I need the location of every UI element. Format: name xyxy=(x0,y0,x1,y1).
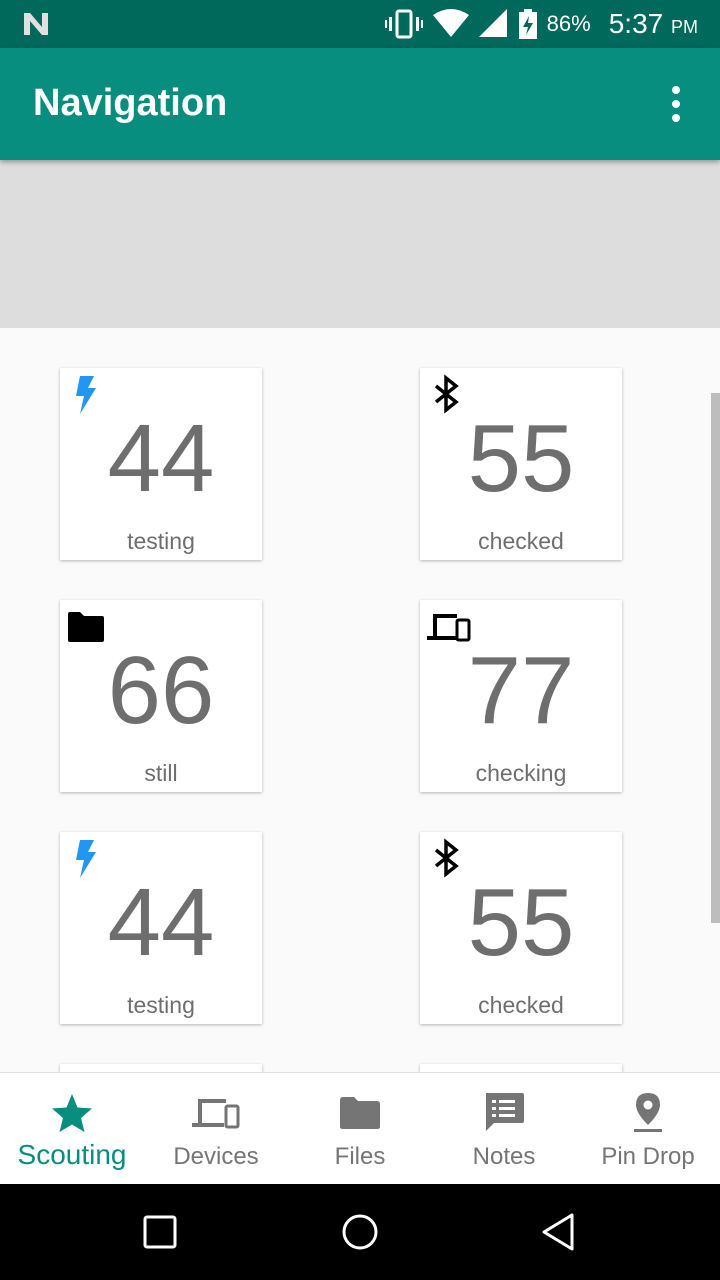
notes-icon xyxy=(486,1093,524,1131)
clock-ampm: PM xyxy=(671,17,698,37)
nav-label: Notes xyxy=(472,1143,536,1170)
vibrate-icon xyxy=(384,9,423,39)
clock: 5:37 PM xyxy=(609,8,698,40)
stat-card[interactable]: 44 testing xyxy=(60,368,262,560)
wifi-icon xyxy=(432,9,469,37)
battery-charging-icon xyxy=(518,9,537,39)
stat-card[interactable]: 55 checked xyxy=(420,832,622,1024)
star-icon xyxy=(52,1094,92,1132)
stat-card[interactable] xyxy=(60,1064,262,1072)
nav-label: Files xyxy=(334,1143,386,1170)
page-title: Navigation xyxy=(33,82,228,124)
card-label: checked xyxy=(478,528,564,554)
n-logo-icon xyxy=(24,13,48,35)
stat-card[interactable]: 55 checked xyxy=(420,368,622,560)
bottom-navigation: Scouting Devices Files Notes Pin Drop xyxy=(0,1072,720,1184)
card-label: checking xyxy=(475,760,567,786)
card-label: testing xyxy=(127,992,195,1018)
home-icon[interactable] xyxy=(338,1210,382,1254)
pin-drop-icon xyxy=(634,1093,662,1132)
clock-time: 5:37 xyxy=(608,8,664,39)
nav-item-files[interactable]: Files xyxy=(288,1073,432,1185)
cell-signal-icon xyxy=(478,9,507,37)
stat-card[interactable]: 44 testing xyxy=(60,832,262,1024)
nav-label: Devices xyxy=(173,1143,259,1170)
system-navigation-bar xyxy=(0,1184,720,1280)
header-banner xyxy=(0,160,720,328)
card-value: 55 xyxy=(467,869,575,976)
nav-item-pin-drop[interactable]: Pin Drop xyxy=(576,1073,720,1185)
more-vert-icon[interactable] xyxy=(658,84,694,124)
status-bar: 86% 5:37 PM xyxy=(0,0,720,48)
scrollbar[interactable] xyxy=(711,393,720,923)
card-label: still xyxy=(144,760,178,786)
stat-card[interactable]: 66 still xyxy=(60,600,262,792)
nav-item-scouting[interactable]: Scouting xyxy=(0,1073,144,1185)
battery-percent: 86% xyxy=(546,11,591,36)
card-label: checked xyxy=(478,992,564,1018)
card-label: testing xyxy=(127,528,195,554)
devices-icon xyxy=(192,1099,240,1129)
stat-card[interactable] xyxy=(420,1064,622,1072)
card-value: 66 xyxy=(107,637,215,744)
card-value: 44 xyxy=(107,405,215,512)
back-icon[interactable] xyxy=(538,1210,582,1254)
recents-icon[interactable] xyxy=(138,1210,182,1254)
folder-icon xyxy=(340,1097,380,1129)
card-value: 44 xyxy=(107,869,215,976)
app-bar: Navigation xyxy=(0,48,720,160)
nav-label: Scouting xyxy=(17,1139,127,1170)
card-value: 77 xyxy=(467,637,575,744)
nav-item-notes[interactable]: Notes xyxy=(432,1073,576,1185)
nav-item-devices[interactable]: Devices xyxy=(144,1073,288,1185)
nav-label: Pin Drop xyxy=(601,1143,695,1170)
stat-card[interactable]: 77 checking xyxy=(420,600,622,792)
card-grid[interactable]: 44 testing 55 checked 66 still 77 checki… xyxy=(0,328,720,1072)
card-value: 55 xyxy=(467,405,575,512)
